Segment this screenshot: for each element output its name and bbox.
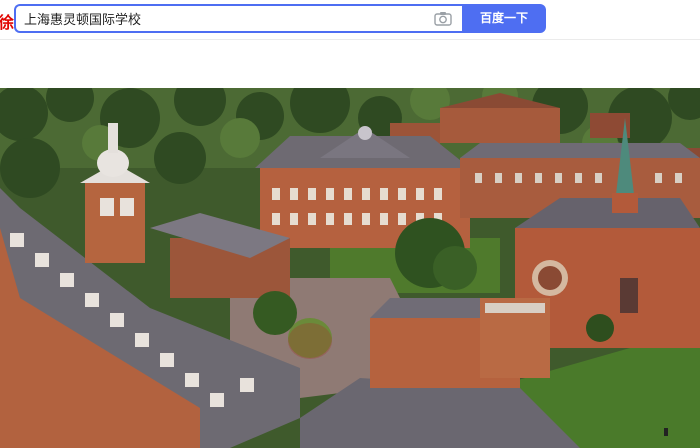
campus-aerial-image [0, 88, 700, 448]
search-input[interactable] [24, 6, 424, 31]
top-search-bar: 徐 百度一下 [0, 0, 700, 40]
camera-icon[interactable] [434, 11, 452, 26]
campus-photo[interactable] [0, 88, 700, 448]
logo-fragment[interactable]: 徐 [0, 9, 14, 33]
blank-area [0, 40, 700, 88]
search-button[interactable]: 百度一下 [462, 4, 546, 33]
search-box[interactable] [14, 4, 462, 33]
